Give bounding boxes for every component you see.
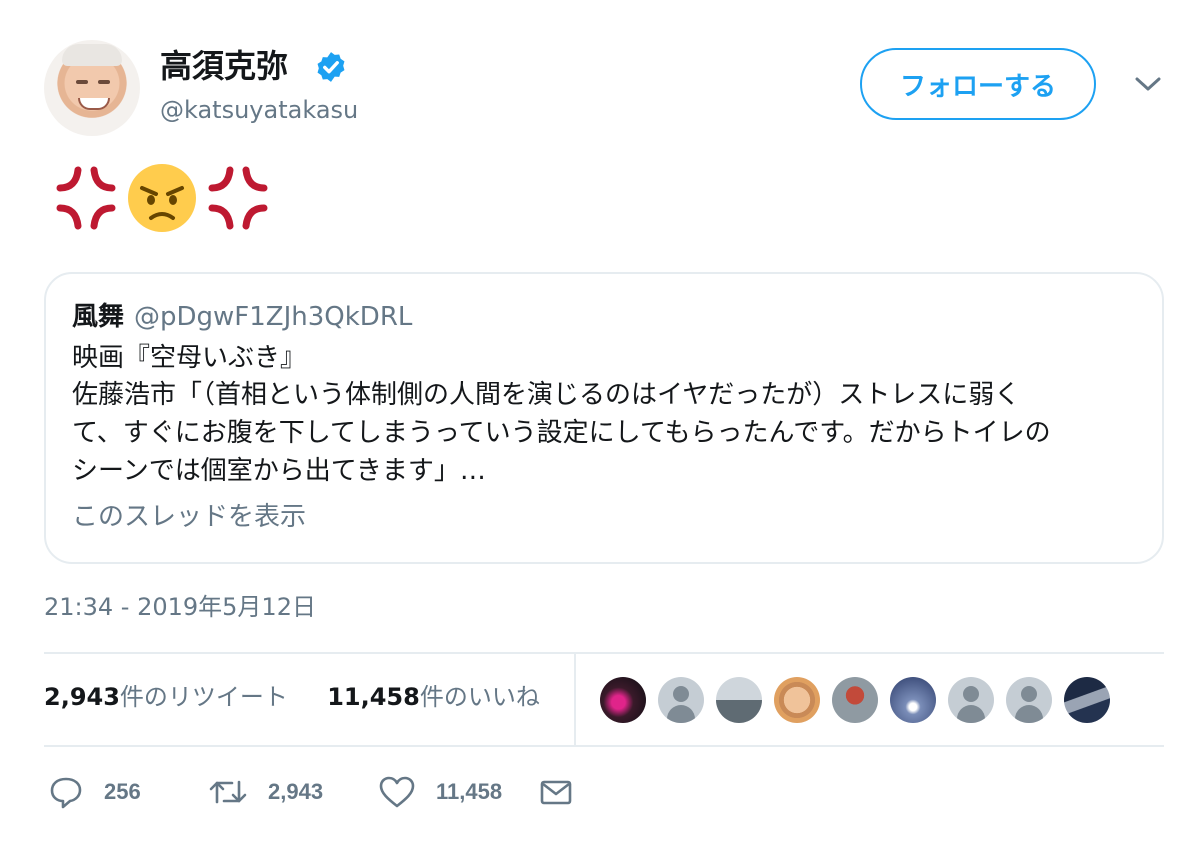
like-count-label: 件のいいね xyxy=(419,683,540,711)
quoted-text-line: シーンでは個室から出てきます」… xyxy=(72,456,486,486)
author-handle[interactable]: @katsuyatakasu xyxy=(160,94,358,126)
envelope-icon xyxy=(540,780,572,805)
chevron-down-icon[interactable] xyxy=(1134,74,1162,94)
anger-symbol-icon xyxy=(208,166,268,230)
quoted-author-name: 風舞 xyxy=(72,302,125,332)
tweet-stats: 2,943件のリツイート 11,458件のいいね xyxy=(44,680,540,714)
liker-avatar[interactable] xyxy=(1006,677,1052,723)
like-action-count: 11,458 xyxy=(436,779,503,804)
like-button[interactable]: 11,458 xyxy=(378,774,538,810)
heart-icon xyxy=(379,776,415,808)
liker-avatar[interactable] xyxy=(1064,677,1110,723)
liker-avatar[interactable] xyxy=(890,677,936,723)
reply-icon xyxy=(50,777,82,809)
author-avatar[interactable] xyxy=(44,40,140,136)
direct-message-button[interactable] xyxy=(538,774,594,810)
anger-symbol-icon xyxy=(56,166,116,230)
like-count: 11,458 xyxy=(327,683,420,711)
avatar-hair xyxy=(62,44,122,66)
quoted-text-line: 映画『空母いぶき』 xyxy=(72,343,307,373)
liker-avatar[interactable] xyxy=(658,677,704,723)
liker-avatar[interactable] xyxy=(948,677,994,723)
liker-avatar[interactable] xyxy=(600,677,646,723)
avatar-eye-right xyxy=(98,80,110,84)
divider xyxy=(44,652,1164,654)
liker-avatar[interactable] xyxy=(774,677,820,723)
follow-button[interactable]: フォローする xyxy=(860,48,1096,120)
reply-button[interactable]: 256 xyxy=(48,774,208,810)
retweet-stat[interactable]: 2,943件のリツイート xyxy=(44,683,288,711)
divider xyxy=(44,745,1164,747)
tweet-actions: 256 2,943 11,458 xyxy=(48,772,594,812)
quoted-author-handle: @pDgwF1ZJh3QkDRL xyxy=(134,302,413,332)
like-stat[interactable]: 11,458件のいいね xyxy=(327,683,540,711)
retweet-count: 2,943 xyxy=(44,683,120,711)
liker-avatars xyxy=(600,677,1110,723)
liker-avatar[interactable] xyxy=(832,677,878,723)
retweet-button[interactable]: 2,943 xyxy=(208,774,378,810)
show-thread-link[interactable]: このスレッドを表示 xyxy=(72,500,306,534)
quoted-text-line: 佐藤浩市「（首相という体制側の人間を演じるのはイヤだったが）ストレスに弱く xyxy=(72,380,1021,410)
avatar-mouth xyxy=(78,98,110,110)
avatar-eye-left xyxy=(76,80,88,84)
divider xyxy=(574,654,576,746)
verified-badge-icon xyxy=(317,52,345,82)
quoted-text-line: て、すぐにお腹を下してしまうっていう設定にしてもらったんです。だからトイレの xyxy=(72,418,1051,448)
retweet-action-count: 2,943 xyxy=(268,779,324,804)
author-name[interactable]: 高須克弥 xyxy=(160,46,288,86)
retweet-count-label: 件のリツイート xyxy=(119,683,288,711)
liker-avatar[interactable] xyxy=(716,677,762,723)
reply-count: 256 xyxy=(104,779,141,804)
tweet-text xyxy=(50,160,274,236)
tweet-timestamp[interactable]: 21:34 - 2019年5月12日 xyxy=(44,590,316,624)
angry-face-icon xyxy=(128,164,196,232)
retweet-icon xyxy=(209,780,247,804)
